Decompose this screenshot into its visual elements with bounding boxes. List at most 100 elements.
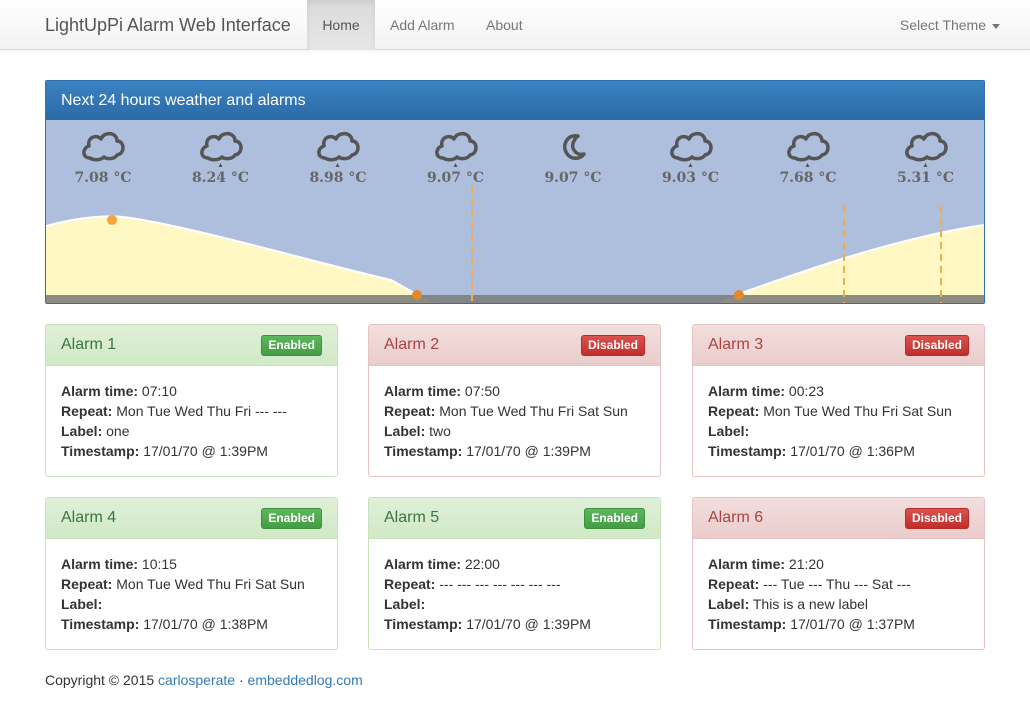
sun-marker	[107, 215, 117, 225]
alarm-panel: Alarm 4 Enabled Alarm time: 10:15 Repeat: M…	[45, 497, 338, 650]
alarm-repeat-label: Repeat:	[61, 576, 113, 592]
weather-slot: 9.07 °C	[406, 128, 506, 186]
alarm-label-row: Label: This is a new label	[708, 594, 969, 614]
alarm-time-row: Alarm time: 00:23	[708, 381, 969, 401]
nav-add-alarm-link[interactable]: Add Alarm	[375, 0, 470, 50]
alarm-repeat-row: Repeat: Mon Tue Wed Thu Fri Sat Sun	[61, 574, 322, 594]
daylight-area-right	[736, 225, 984, 295]
weather-panel-title: Next 24 hours weather and alarms	[46, 81, 984, 120]
alarm-status-toggle[interactable]: Enabled	[584, 508, 645, 529]
alarm-panel: Alarm 6 Disabled Alarm time: 21:20 Repeat: …	[692, 497, 985, 650]
alarm-timestamp-value: 17/01/70 @ 1:37PM	[790, 616, 915, 632]
alarm-label-label: Label:	[61, 596, 103, 612]
alarm-repeat-value: --- --- --- --- --- --- ---	[439, 576, 561, 592]
caret-down-icon	[992, 23, 1000, 29]
alarm-label-label: Label:	[61, 423, 103, 439]
alarm-repeat-row: Repeat: Mon Tue Wed Thu Fri --- ---	[61, 401, 322, 421]
alarm-timestamp-row: Timestamp: 17/01/70 @ 1:37PM	[708, 614, 969, 634]
alarm-timestamp-label: Timestamp:	[384, 443, 463, 459]
weather-temperature: 9.03 °C	[661, 170, 720, 186]
alarm-panel: Alarm 5 Enabled Alarm time: 22:00 Repeat: -…	[368, 497, 661, 650]
alarm-timestamp-label: Timestamp:	[708, 616, 787, 632]
alarm-timestamp-row: Timestamp: 17/01/70 @ 1:36PM	[708, 441, 969, 461]
alarm-timestamp-row: Timestamp: 17/01/70 @ 1:39PM	[384, 441, 645, 461]
alarm-panel-header: Alarm 6 Disabled	[693, 498, 984, 539]
weather-chart: 7.08 °C 8.24 °C 8.98 °C 9.07 °C 9.07 °C 9.03 …	[46, 120, 984, 303]
weather-temperature: 8.24 °C	[191, 170, 250, 186]
alarm-repeat-label: Repeat:	[61, 403, 113, 419]
alarm-title: Alarm 5	[384, 509, 440, 526]
alarm-time-row: Alarm time: 21:20	[708, 554, 969, 574]
alarm-timestamp-row: Timestamp: 17/01/70 @ 1:39PM	[384, 614, 645, 634]
alarm-status-toggle[interactable]: Enabled	[261, 508, 322, 529]
alarm-label-row: Label:	[61, 594, 322, 614]
alarm-details: Alarm time: 10:15 Repeat: Mon Tue Wed Thu…	[46, 539, 337, 634]
alarm-repeat-row: Repeat: Mon Tue Wed Thu Fri Sat Sun	[384, 401, 645, 421]
select-theme-dropdown[interactable]: Select Theme	[900, 0, 1000, 50]
alarm-time-row: Alarm time: 10:15	[61, 554, 322, 574]
footer-site-link[interactable]: embeddedlog.com	[248, 672, 363, 688]
sunrise-marker	[734, 290, 744, 300]
night-shadow	[418, 295, 736, 303]
alarm-time-value: 21:20	[788, 556, 824, 572]
alarm-time-value: 07:10	[141, 383, 177, 399]
alarm-repeat-value: Mon Tue Wed Thu Fri Sat Sun	[763, 403, 952, 419]
cloud-rain-icon	[171, 128, 271, 172]
alarm-repeat-row: Repeat: Mon Tue Wed Thu Fri Sat Sun	[708, 401, 969, 421]
brand-title[interactable]: LightUpPi Alarm Web Interface	[45, 15, 291, 36]
alarm-title: Alarm 4	[61, 509, 117, 526]
alarm-repeat-label: Repeat:	[708, 403, 760, 419]
alarm-label-row: Label:	[708, 421, 969, 441]
cloud-rain-icon	[758, 128, 858, 172]
alarm-time-label: Alarm time:	[384, 556, 462, 572]
alarm-title: Alarm 2	[384, 336, 440, 353]
top-navbar: LightUpPi Alarm Web Interface Home Add A…	[0, 0, 1030, 50]
weather-slot: 5.31 °C	[876, 128, 976, 186]
footer-separator: ·	[238, 672, 244, 688]
alarm-time-row: Alarm time: 22:00	[384, 554, 645, 574]
alarm-timestamp-label: Timestamp:	[708, 443, 787, 459]
alarm-panel-header: Alarm 4 Enabled	[46, 498, 337, 539]
nav-home-link[interactable]: Home	[307, 0, 375, 50]
alarm-repeat-label: Repeat:	[708, 576, 760, 592]
alarm-timestamp-label: Timestamp:	[61, 443, 140, 459]
alarm-label-label: Label:	[384, 423, 426, 439]
weather-temperature: 5.31 °C	[896, 170, 955, 186]
alarm-timestamp-row: Timestamp: 17/01/70 @ 1:39PM	[61, 441, 322, 461]
alarm-timestamp-row: Timestamp: 17/01/70 @ 1:38PM	[61, 614, 322, 634]
alarm-timestamp-value: 17/01/70 @ 1:38PM	[143, 616, 268, 632]
alarm-details: Alarm time: 22:00 Repeat: --- --- --- ---…	[369, 539, 660, 634]
alarm-label-value: two	[429, 423, 451, 439]
cloud-rain-icon	[288, 128, 388, 172]
alarm-repeat-value: Mon Tue Wed Thu Fri Sat Sun	[439, 403, 628, 419]
cloud-rain-icon	[641, 128, 741, 172]
alarm-status-toggle[interactable]: Enabled	[261, 335, 322, 356]
moon-icon	[523, 128, 623, 172]
footer-copyright: Copyright © 2015	[45, 672, 155, 688]
alarm-label-row: Label:	[384, 594, 645, 614]
alarm-panel: Alarm 3 Disabled Alarm time: 00:23 Repeat: …	[692, 324, 985, 477]
weather-temperature: 8.98 °C	[309, 170, 367, 186]
cloud-rain-icon	[406, 128, 506, 172]
alarm-status-toggle[interactable]: Disabled	[580, 335, 645, 356]
alarm-timestamp-label: Timestamp:	[384, 616, 463, 632]
alarm-time-row: Alarm time: 07:50	[384, 381, 645, 401]
alarm-timestamp-value: 17/01/70 @ 1:39PM	[143, 443, 268, 459]
alarm-panel-header: Alarm 3 Disabled	[693, 325, 984, 366]
cloud-rain-icon	[876, 128, 976, 172]
alarm-status-toggle[interactable]: Disabled	[904, 508, 969, 529]
alarm-time-value: 07:50	[464, 383, 500, 399]
alarm-panel-header: Alarm 5 Enabled	[369, 498, 660, 539]
alarm-details: Alarm time: 00:23 Repeat: Mon Tue Wed Thu…	[693, 366, 984, 461]
alarm-repeat-row: Repeat: --- --- --- --- --- --- ---	[384, 574, 645, 594]
alarm-time-row: Alarm time: 07:10	[61, 381, 322, 401]
weather-slot: 7.08 °C	[53, 128, 153, 186]
alarm-status-toggle[interactable]: Disabled	[904, 335, 969, 356]
weather-panel: Next 24 hours weather and alarms 7.08 °C…	[45, 80, 985, 304]
footer-author-link[interactable]: carlosperate	[158, 672, 235, 688]
alarm-time-value: 10:15	[141, 556, 177, 572]
weather-slot: 9.03 °C	[641, 128, 741, 186]
alarm-time-label: Alarm time:	[384, 383, 462, 399]
alarm-time-value: 00:23	[788, 383, 824, 399]
nav-about-link[interactable]: About	[471, 0, 538, 50]
